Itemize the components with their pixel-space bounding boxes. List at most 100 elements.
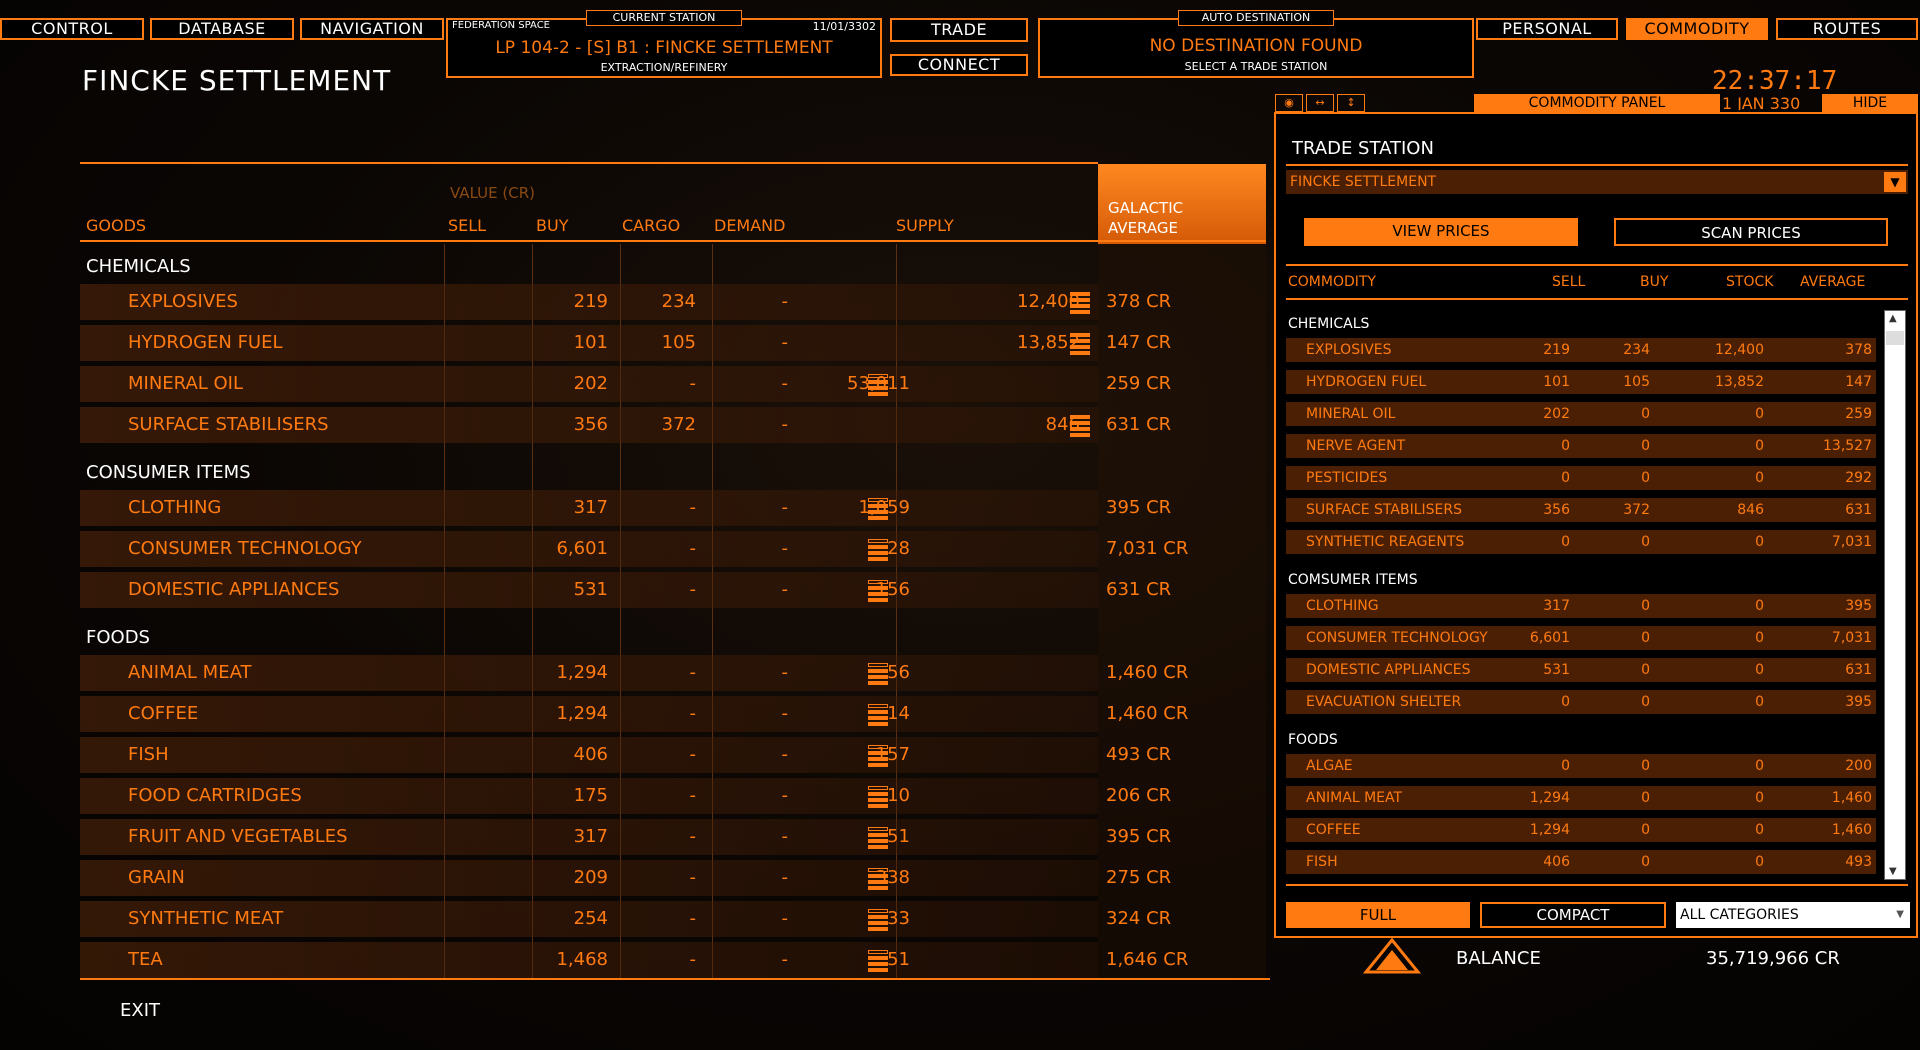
panel-rule xyxy=(1286,264,1908,266)
database-tab[interactable]: DATABASE xyxy=(150,18,294,40)
goods-header[interactable]: GOODS xyxy=(86,216,146,235)
panel-category-foods: FOODS xyxy=(1288,732,1338,748)
eye-icon[interactable]: ◉ xyxy=(1275,94,1303,112)
routes-tab[interactable]: ROUTES xyxy=(1776,18,1918,40)
panel-table-row[interactable]: DOMESTIC APPLIANCES 531 0 0 631 xyxy=(1286,658,1876,682)
table-row[interactable]: TEA 1,468 - - 51 1,646 CR xyxy=(80,942,1188,978)
buy-value: - xyxy=(689,703,697,724)
category-filter-select[interactable]: ALL CATEGORIES ▼ xyxy=(1676,902,1910,928)
panel-table-row[interactable]: FISH 406 0 0 493 xyxy=(1286,850,1876,874)
clock-time: 22:37:17 xyxy=(1712,66,1838,96)
panel-table-row[interactable]: NERVE AGENT 0 0 0 13,527 xyxy=(1286,434,1876,458)
table-row[interactable]: FOOD CARTRIDGES 175 - - 10 206 CR xyxy=(80,778,1171,814)
buy-header[interactable]: BUY xyxy=(536,216,568,235)
panel-sell-value: 0 xyxy=(1561,470,1570,486)
full-button[interactable]: FULL xyxy=(1286,902,1470,928)
cargo-value: - xyxy=(781,579,789,600)
view-prices-button[interactable]: VIEW PRICES xyxy=(1304,218,1578,246)
demand-value: 1,059 xyxy=(790,497,910,518)
buy-value: 234 xyxy=(661,291,696,312)
current-station-box: FEDERATION SPACE 11/01/3302 LP 104-2 - [… xyxy=(446,18,882,78)
table-row[interactable]: CLOTHING317--1,059395 CR xyxy=(80,490,1171,526)
panel-table-row[interactable]: CLOTHING 317 0 0 395 xyxy=(1286,594,1876,618)
sell-value: 317 xyxy=(573,826,608,847)
table-row[interactable]: ANIMAL MEAT 1,294 - - 56 1,460 CR xyxy=(80,655,1188,691)
scroll-down-icon[interactable]: ▼ xyxy=(1889,866,1897,877)
table-row[interactable]: COFFEE 1,294 - - 14 1,460 CR xyxy=(80,696,1188,732)
demand-header[interactable]: DEMAND xyxy=(714,216,785,235)
supply-header[interactable]: SUPPLY xyxy=(896,216,954,235)
exit-button[interactable]: EXIT xyxy=(120,1000,160,1021)
table-row[interactable]: SURFACE STABILISERS 356 372 - 846 631 CR xyxy=(80,407,1171,443)
cargo-value: - xyxy=(781,373,789,394)
commodity-panel: TRADE STATION FINCKE SETTLEMENT ▼ VIEW P… xyxy=(1274,112,1918,938)
scan-prices-button[interactable]: SCAN PRICES xyxy=(1614,218,1888,246)
panel-commodity-name: EVACUATION SHELTER xyxy=(1306,694,1462,710)
table-row[interactable]: CONSUMER TECHNOLOGY 6,601 - - 28 7,031 CR xyxy=(80,531,1188,567)
panel-buy-value: 0 xyxy=(1641,758,1650,774)
panel-table-row[interactable]: CONSUMER TECHNOLOGY 6,601 0 0 7,031 xyxy=(1286,626,1876,650)
panel-table-row[interactable]: ANIMAL MEAT 1,294 0 0 1,460 xyxy=(1286,786,1876,810)
scroll-thumb[interactable] xyxy=(1886,331,1904,345)
panel-table-row[interactable]: EXPLOSIVES 219 234 12,400 378 xyxy=(1286,338,1876,362)
commodity-name: MINERAL OIL xyxy=(128,373,244,394)
navigation-tab[interactable]: NAVIGATION xyxy=(300,18,444,40)
average-header[interactable]: AVERAGE xyxy=(1800,274,1865,290)
commodity-name: GRAIN xyxy=(128,867,185,888)
personal-tab[interactable]: PERSONAL xyxy=(1476,18,1618,40)
table-row[interactable]: MINERAL OIL202--53,011259 CR xyxy=(80,366,1171,402)
buy-value: - xyxy=(689,538,697,559)
demand-level-icon xyxy=(868,663,888,685)
table-row[interactable]: HYDROGEN FUEL 101 105 - 13,852 147 CR xyxy=(80,325,1171,361)
table-row[interactable]: DOMESTIC APPLIANCES 531 - - 156 631 CR xyxy=(80,572,1171,608)
chevron-down-icon[interactable]: ▼ xyxy=(1884,172,1906,192)
station-select[interactable]: FINCKE SETTLEMENT ▼ xyxy=(1286,170,1908,194)
buy-value: - xyxy=(689,908,697,929)
sell-value: 1,294 xyxy=(556,662,608,683)
stock-header[interactable]: STOCK xyxy=(1726,274,1773,290)
galactic-average-value: 395 CR xyxy=(1106,497,1172,518)
galactic-average-header[interactable]: GALACTIC AVERAGE xyxy=(1098,164,1266,244)
panel-table-row[interactable]: HYDROGEN FUEL 101 105 13,852 147 xyxy=(1286,370,1876,394)
panel-sell-header[interactable]: SELL xyxy=(1552,274,1585,290)
station-name: LP 104-2 - [S] B1 : FINCKE SETTLEMENT xyxy=(495,38,833,58)
panel-sell-value: 6,601 xyxy=(1529,630,1570,646)
panel-scrollbar[interactable]: ▲ ▼ xyxy=(1884,310,1906,880)
sell-header[interactable]: SELL xyxy=(448,216,486,235)
commodity-tab[interactable]: COMMODITY xyxy=(1626,18,1768,40)
table-row[interactable]: SYNTHETIC MEAT 254 - - 33 324 CR xyxy=(80,901,1171,937)
table-row[interactable]: FRUIT AND VEGETABLES 317 - - 51 395 CR xyxy=(80,819,1171,855)
cargo-value: - xyxy=(781,908,789,929)
vertical-resize-icon[interactable]: ↕ xyxy=(1337,94,1365,112)
panel-table-row[interactable]: SYNTHETIC REAGENTS 0 0 0 7,031 xyxy=(1286,530,1876,554)
table-row[interactable]: FISH 406 - - 157 493 CR xyxy=(80,737,1171,773)
cargo-value: - xyxy=(781,497,789,518)
trade-button[interactable]: TRADE xyxy=(890,18,1028,42)
scroll-up-icon[interactable]: ▲ xyxy=(1889,313,1897,324)
table-row[interactable]: GRAIN 209 - - 338 275 CR xyxy=(80,860,1171,896)
panel-buy-value: 0 xyxy=(1641,438,1650,454)
panel-buy-header[interactable]: BUY xyxy=(1640,274,1668,290)
control-tab[interactable]: CONTROL xyxy=(0,18,144,40)
galactic-average-value: 259 CR xyxy=(1106,373,1172,394)
demand-value: 28 xyxy=(887,538,910,559)
panel-table-row[interactable]: EVACUATION SHELTER 0 0 0 395 xyxy=(1286,690,1876,714)
cargo-value: - xyxy=(781,785,789,806)
cargo-value: - xyxy=(781,703,789,724)
commodity-header[interactable]: COMMODITY xyxy=(1288,274,1376,290)
demand-value: 338 xyxy=(875,867,910,888)
panel-average-value: 13,527 xyxy=(1823,438,1872,454)
panel-table-row[interactable]: MINERAL OIL 202 0 0 259 xyxy=(1286,402,1876,426)
hide-button[interactable]: HIDE xyxy=(1822,94,1918,112)
demand-level-icon xyxy=(868,786,888,808)
cargo-header[interactable]: CARGO xyxy=(622,216,680,235)
panel-table-row[interactable]: COFFEE 1,294 0 0 1,460 xyxy=(1286,818,1876,842)
panel-table-row[interactable]: ALGAE 0 0 0 200 xyxy=(1286,754,1876,778)
table-row[interactable]: EXPLOSIVES 219 234 - 12,400 378 CR xyxy=(80,284,1171,320)
panel-table-row[interactable]: PESTICIDES 0 0 0 292 xyxy=(1286,466,1876,490)
compact-button[interactable]: COMPACT xyxy=(1480,902,1666,928)
panel-sell-value: 531 xyxy=(1543,662,1570,678)
panel-table-row[interactable]: SURFACE STABILISERS 356 372 846 631 xyxy=(1286,498,1876,522)
horizontal-resize-icon[interactable]: ↔ xyxy=(1306,94,1334,112)
connect-button[interactable]: CONNECT xyxy=(890,54,1028,76)
